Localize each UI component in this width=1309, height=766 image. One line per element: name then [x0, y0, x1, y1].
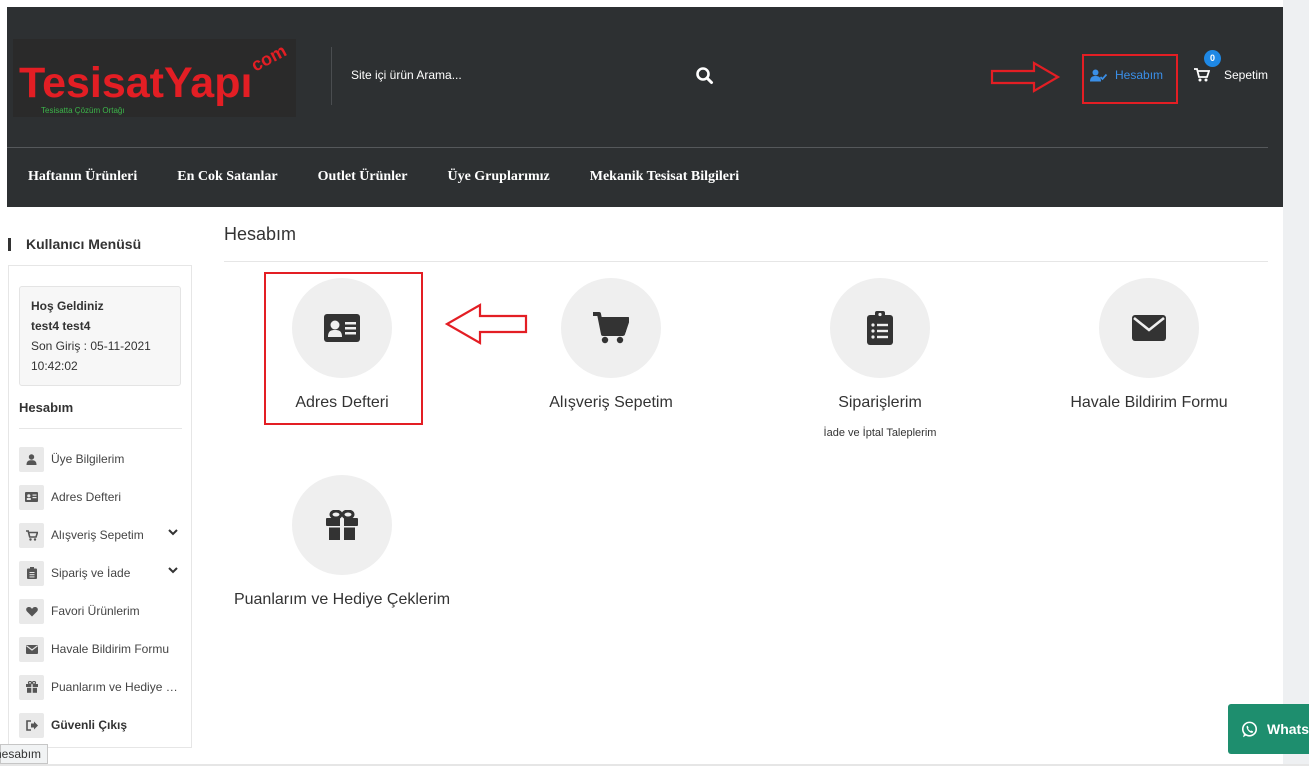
card-label: Puanlarım ve Hediye Çeklerim — [233, 591, 451, 608]
card-sublink-returns[interactable]: İade ve İptal Taleplerim — [750, 427, 1010, 439]
nav-item-mechanical-info[interactable]: Mekanik Tesisat Bilgileri — [590, 169, 739, 185]
sidebar-item-favorites[interactable]: Favori Ürünlerim — [19, 592, 184, 630]
logo-text: TesisatYapı — [19, 59, 252, 107]
cart-count-badge: 0 — [1204, 50, 1221, 67]
cart-icon — [1194, 68, 1210, 82]
sidebar-menu: Üye Bilgilerim Adres Defteri Alışveriş S… — [19, 440, 184, 744]
top-strip — [0, 0, 1309, 7]
card-label: Siparişlerim — [838, 394, 922, 411]
account-link[interactable]: Hesabım — [1090, 68, 1163, 82]
search-icon[interactable] — [695, 66, 715, 86]
nav-item-weekly-products[interactable]: Haftanın Ürünleri — [28, 169, 137, 185]
nav-item-member-groups[interactable]: Üye Gruplarımız — [447, 169, 549, 185]
sign-out-icon — [19, 712, 44, 738]
page-scrollbar[interactable] — [1283, 0, 1309, 766]
whatsapp-icon — [1241, 721, 1258, 737]
sidebar-item-points-gifts[interactable]: Puanlarım ve Hediye Çeklerim — [19, 668, 184, 706]
sidebar-item-member-info[interactable]: Üye Bilgilerim — [19, 440, 184, 478]
card-icon-circle — [292, 475, 392, 575]
sidebar-divider — [19, 428, 182, 429]
sidebar-item-shopping-cart[interactable]: Alışveriş Sepetim — [19, 516, 184, 554]
site-header: TesisatYapı com Tesisatta Çözüm Ortağı S… — [7, 7, 1283, 207]
card-points-gifts[interactable]: Puanlarım ve Hediye Çeklerim — [212, 475, 472, 609]
chevron-down-icon[interactable] — [168, 567, 178, 574]
clipboard-icon — [19, 560, 44, 586]
card-shopping-cart[interactable]: Alışveriş Sepetim — [481, 278, 741, 412]
logo-tagline: Tesisatta Çözüm Ortağı — [41, 106, 125, 115]
title-divider — [224, 261, 1268, 262]
cart-label: Sepetim — [1224, 68, 1269, 82]
cart-icon — [593, 312, 629, 344]
sidebar-item-transfer-form[interactable]: Havale Bildirim Formu — [19, 630, 184, 668]
card-orders[interactable]: Siparişlerim İade ve İptal Taleplerim — [750, 278, 1010, 439]
header-divider — [331, 47, 332, 105]
envelope-icon — [1132, 315, 1166, 341]
cart-link[interactable]: Sepetim — [1194, 68, 1268, 82]
welcome-box: Hoş Geldiniz test4 test4 Son Giriş : 05-… — [19, 286, 181, 386]
last-login: Son Giriş : 05-11-2021 — [31, 339, 151, 353]
gift-icon — [326, 510, 358, 540]
last-login-time: 10:42:02 — [31, 359, 78, 373]
card-label: Alışveriş Sepetim — [549, 394, 673, 411]
page-title: Hesabım — [224, 224, 297, 244]
annotation-arrow-right-icon — [990, 61, 1061, 93]
status-url-tooltip: hesabım — [0, 744, 49, 764]
nav-item-outlet[interactable]: Outlet Ürünler — [318, 169, 408, 185]
card-icon-circle — [830, 278, 930, 378]
sidebar-item-logout[interactable]: Güvenli Çıkış — [19, 706, 184, 744]
welcome-username: test4 test4 — [31, 319, 91, 333]
sidebar-title: Kullanıcı Menüsü — [8, 236, 141, 252]
card-icon-circle — [1099, 278, 1199, 378]
sidebar-item-orders-returns[interactable]: Sipariş ve İade — [19, 554, 184, 592]
search-input[interactable]: Site içi ürün Arama... — [351, 68, 462, 82]
main-nav: Haftanın Ürünleri En Cok Satanlar Outlet… — [28, 169, 779, 185]
sidebar-section-title: Hesabım — [19, 400, 74, 415]
card-transfer-form[interactable]: Havale Bildirim Formu — [1019, 278, 1279, 412]
user-check-icon — [1090, 69, 1107, 81]
envelope-icon — [19, 636, 44, 662]
chevron-down-icon[interactable] — [168, 529, 178, 536]
card-icon-circle — [561, 278, 661, 378]
account-label: Hesabım — [1115, 68, 1164, 82]
sidebar-item-address-book[interactable]: Adres Defteri — [19, 478, 184, 516]
clipboard-icon — [867, 311, 893, 345]
whatsapp-button[interactable]: Whats — [1228, 704, 1309, 754]
card-label: Havale Bildirim Formu — [1070, 394, 1228, 411]
address-card-icon — [19, 484, 44, 510]
heart-icon — [19, 598, 44, 624]
user-icon — [19, 446, 44, 472]
annotation-highlight-address-book — [264, 272, 423, 425]
gift-icon — [19, 674, 44, 700]
header-separator — [7, 147, 1268, 148]
welcome-greeting: Hoş Geldiniz — [31, 299, 104, 313]
cart-icon — [19, 522, 44, 548]
nav-item-best-sellers[interactable]: En Cok Satanlar — [177, 169, 277, 185]
whatsapp-label: Whats — [1267, 721, 1309, 737]
site-logo[interactable]: TesisatYapı com Tesisatta Çözüm Ortağı — [13, 39, 296, 117]
